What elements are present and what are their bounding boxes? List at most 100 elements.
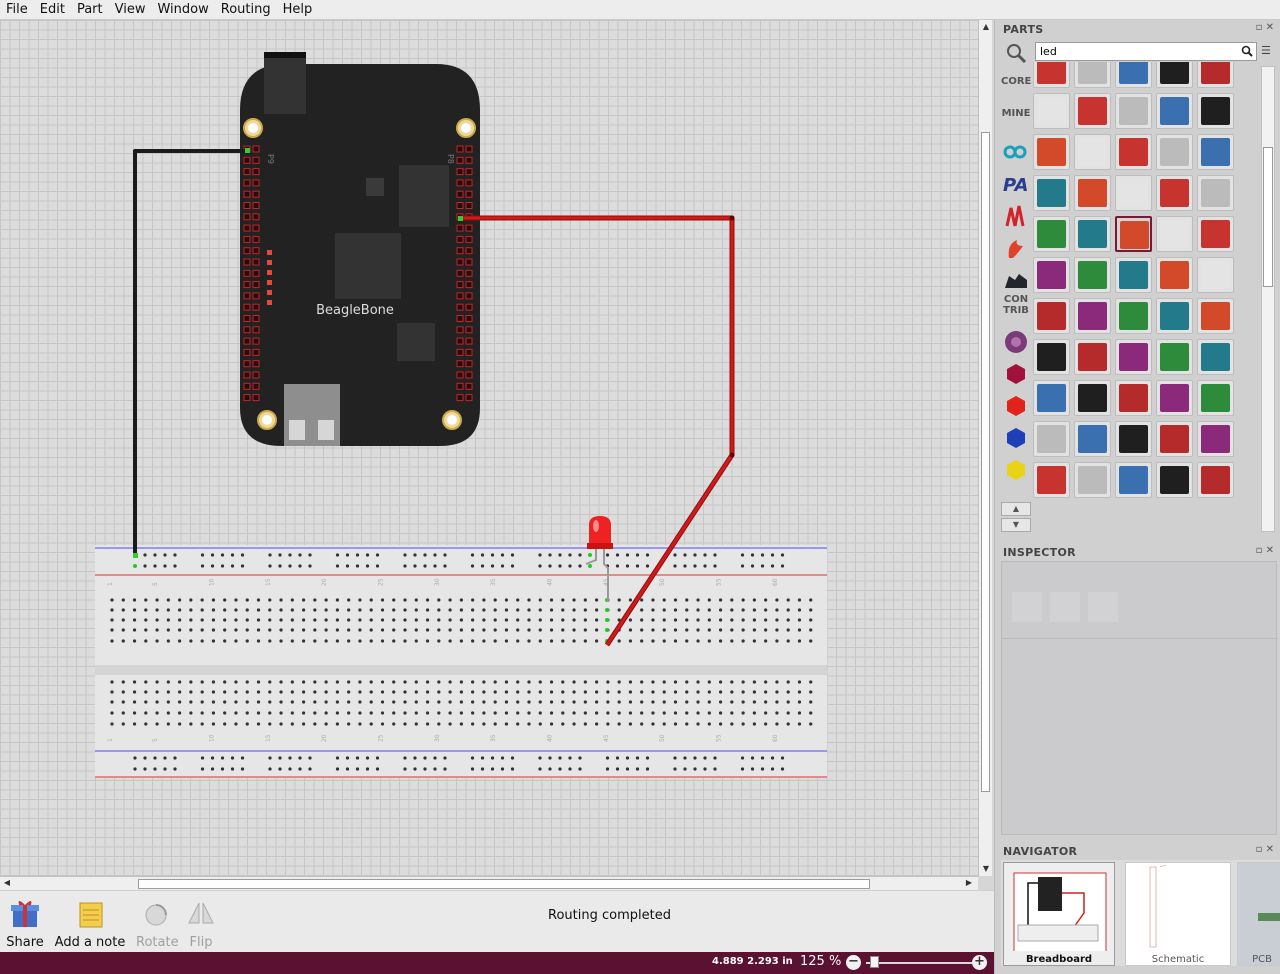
bin-core[interactable]: CORE [1001, 76, 1031, 104]
part-item[interactable] [1033, 175, 1070, 211]
black-wire[interactable] [133, 149, 247, 557]
part-item[interactable] [1074, 421, 1111, 457]
part-item[interactable] [1074, 175, 1111, 211]
part-item[interactable] [1197, 462, 1234, 498]
menu-part[interactable]: Part [71, 0, 109, 19]
part-item[interactable] [1197, 62, 1234, 88]
zoom-in-icon[interactable]: + [972, 955, 987, 970]
breadboard-canvas[interactable]: BeagleBone P9 P8 1 1 5 5 10 10 15 15 20 20 25 25 30 3… [0, 20, 978, 876]
parts-search-input[interactable] [1035, 42, 1257, 61]
canvas-hscroll-thumb[interactable] [138, 879, 870, 889]
bin-mine[interactable]: MINE [1001, 108, 1031, 136]
part-item[interactable] [1156, 462, 1193, 498]
part-item-led-selected[interactable] [1115, 216, 1152, 252]
menu-routing[interactable]: Routing [215, 0, 277, 19]
part-item[interactable] [1115, 339, 1152, 375]
part-item[interactable] [1033, 134, 1070, 170]
part-item[interactable] [1115, 257, 1152, 293]
rotate-button[interactable]: Rotate [136, 899, 179, 950]
part-item[interactable] [1156, 380, 1193, 416]
beaglebone-board[interactable]: BeagleBone P9 P8 [240, 52, 480, 446]
flip-button[interactable]: Flip [184, 899, 218, 950]
scroll-down-icon[interactable]: ▼ [981, 864, 991, 874]
zoom-slider-handle[interactable] [870, 956, 879, 968]
nav-pcb-view[interactable]: PCB [1237, 862, 1280, 966]
bins-scroll-down-icon[interactable]: ▼ [1001, 518, 1031, 532]
part-item[interactable] [1197, 93, 1234, 129]
bin-lilypad-icon[interactable] [1001, 328, 1031, 356]
part-item[interactable] [1033, 257, 1070, 293]
canvas-horizontal-scrollbar[interactable]: ◀ ▶ [0, 876, 978, 890]
part-item[interactable] [1074, 216, 1111, 252]
part-item[interactable] [1156, 216, 1193, 252]
zoom-out-icon[interactable]: − [846, 955, 861, 970]
part-item[interactable] [1115, 380, 1152, 416]
part-item[interactable] [1115, 462, 1152, 498]
part-item[interactable] [1115, 134, 1152, 170]
share-button[interactable]: Share [6, 899, 44, 950]
add-note-button[interactable]: Add a note [54, 899, 126, 950]
part-item[interactable] [1156, 339, 1193, 375]
part-item[interactable] [1115, 175, 1152, 211]
breadboard[interactable]: 1155101015152020252530303535404045455050… [95, 545, 827, 778]
bin-contrib[interactable]: CON TRIB [1001, 294, 1031, 322]
bins-scroll-up-icon[interactable]: ▲ [1001, 502, 1031, 516]
part-item[interactable] [1156, 175, 1193, 211]
part-item[interactable] [1156, 93, 1193, 129]
menu-view[interactable]: View [109, 0, 152, 19]
part-item[interactable] [1197, 339, 1234, 375]
bin-sparkfun-icon[interactable] [1001, 234, 1031, 262]
part-item[interactable] [1115, 298, 1152, 334]
part-item[interactable] [1156, 298, 1193, 334]
bin-parallax-icon[interactable]: PA [1001, 170, 1031, 198]
part-item[interactable] [1197, 421, 1234, 457]
canvas-vertical-scrollbar[interactable]: ▲ ▼ [978, 20, 992, 876]
bin-temp-icon-1[interactable] [1001, 360, 1031, 388]
part-item[interactable] [1115, 62, 1152, 88]
canvas-vscroll-thumb[interactable] [981, 132, 990, 792]
part-item[interactable] [1156, 62, 1193, 88]
part-item[interactable] [1156, 421, 1193, 457]
part-item[interactable] [1197, 257, 1234, 293]
menu-file[interactable]: File [0, 0, 34, 19]
scroll-up-icon[interactable]: ▲ [981, 22, 991, 32]
menu-help[interactable]: Help [277, 0, 319, 19]
bin-temp-icon-2[interactable] [1001, 392, 1031, 420]
bin-snootlab-icon[interactable] [1001, 266, 1031, 294]
inspector-panel-buttons[interactable]: ▫ ✕ [1256, 545, 1274, 556]
part-item[interactable] [1074, 257, 1111, 293]
part-item[interactable] [1156, 257, 1193, 293]
part-item[interactable] [1033, 93, 1070, 129]
part-item[interactable] [1033, 339, 1070, 375]
part-item[interactable] [1197, 298, 1234, 334]
part-item[interactable] [1074, 339, 1111, 375]
bin-seeed-icon[interactable] [1001, 202, 1031, 230]
part-item[interactable] [1115, 421, 1152, 457]
scroll-left-icon[interactable]: ◀ [2, 878, 12, 888]
parts-scrollbar[interactable] [1261, 66, 1275, 532]
search-go-icon[interactable] [1241, 45, 1253, 57]
part-item[interactable] [1074, 62, 1111, 88]
part-item[interactable] [1074, 380, 1111, 416]
part-item[interactable] [1197, 175, 1234, 211]
bin-menu-icon[interactable]: ☰ [1261, 44, 1271, 57]
part-item[interactable] [1074, 462, 1111, 498]
part-item[interactable] [1033, 62, 1070, 88]
part-item[interactable] [1074, 93, 1111, 129]
part-item[interactable] [1156, 134, 1193, 170]
part-item[interactable] [1033, 216, 1070, 252]
bin-temp-icon-3[interactable] [1001, 424, 1031, 452]
menu-edit[interactable]: Edit [34, 0, 71, 19]
part-item[interactable] [1033, 298, 1070, 334]
nav-breadboard-view[interactable]: Breadboard [1003, 862, 1115, 966]
menu-window[interactable]: Window [151, 0, 214, 19]
nav-schematic-view[interactable]: Schematic [1125, 862, 1231, 966]
part-item[interactable] [1197, 134, 1234, 170]
part-item[interactable] [1074, 298, 1111, 334]
part-item[interactable] [1197, 380, 1234, 416]
part-item[interactable] [1033, 380, 1070, 416]
part-item[interactable] [1033, 462, 1070, 498]
part-item[interactable] [1033, 421, 1070, 457]
zoom-slider-track[interactable] [866, 962, 972, 964]
parts-panel-buttons[interactable]: ▫ ✕ [1256, 22, 1274, 33]
